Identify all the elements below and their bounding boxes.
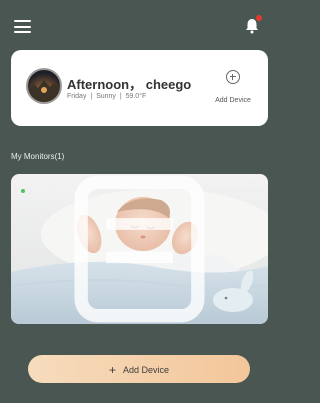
- weather-separator-2: |: [117, 93, 124, 100]
- bell-icon[interactable]: [243, 15, 262, 35]
- add-device-shortcut-label: Add Device: [215, 97, 251, 104]
- greeting-text: Afternoon， cheego: [67, 77, 192, 92]
- weather-condition: Sunny: [96, 93, 116, 100]
- avatar[interactable]: [26, 68, 62, 104]
- weather-day: Friday: [67, 93, 87, 100]
- add-device-button-label: Add Device: [122, 365, 170, 375]
- plus-icon: +: [108, 363, 116, 377]
- notification-dot: [256, 15, 262, 21]
- add-device-shortcut[interactable]: Add Device: [208, 70, 258, 104]
- menu-icon[interactable]: [14, 20, 31, 33]
- camera-icon[interactable]: [11, 174, 268, 324]
- add-device-button[interactable]: + Add Device: [28, 355, 250, 383]
- top-bar: [0, 0, 273, 50]
- weather-temperature: 59.0°F: [125, 93, 147, 100]
- weather-separator-1: |: [88, 93, 95, 100]
- greeting-card: Afternoon， cheego Friday | Sunny | 59.0°…: [11, 50, 268, 126]
- plus-circle-icon[interactable]: [226, 70, 240, 84]
- weather-summary: Friday | Sunny | 59.0°F: [67, 93, 146, 100]
- monitors-title: My Monitors(1): [11, 152, 65, 161]
- monitor-card[interactable]: Online | DCA3: [11, 174, 268, 324]
